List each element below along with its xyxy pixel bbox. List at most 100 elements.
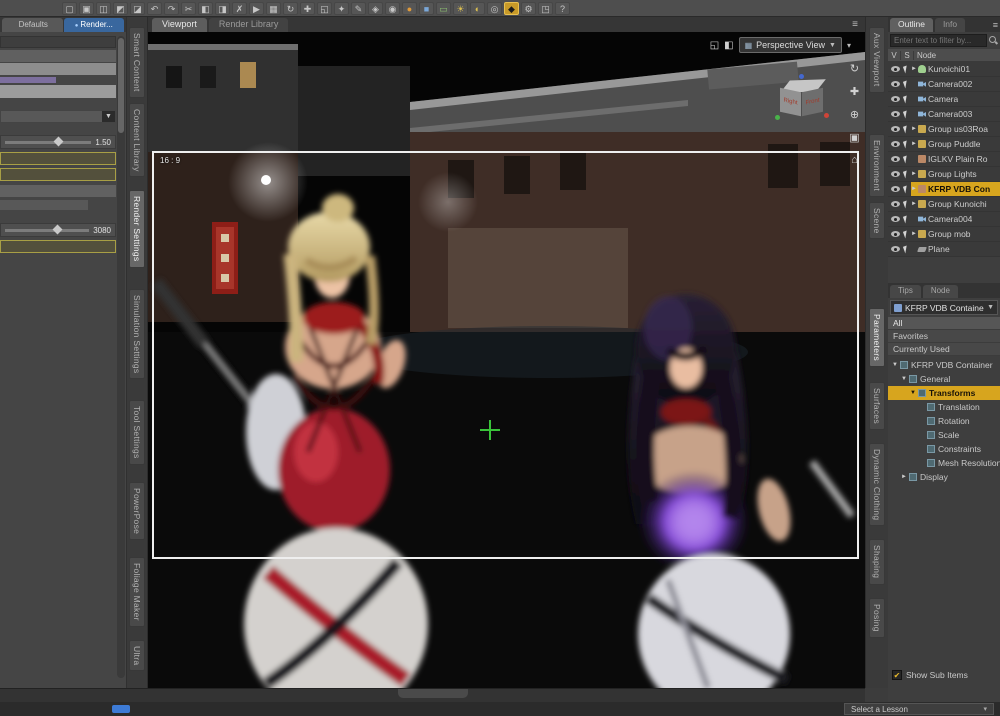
parameter-tree-row[interactable]: ▼ General bbox=[888, 372, 1000, 386]
spotlight-icon[interactable]: ◐ bbox=[470, 1, 485, 15]
render-icon[interactable]: ◆ bbox=[504, 1, 519, 15]
setting-field[interactable] bbox=[0, 168, 116, 181]
selection-pointer-icon[interactable] bbox=[902, 215, 910, 223]
expand-arrow-icon[interactable]: ▼ bbox=[910, 390, 918, 396]
parameter-tree-row[interactable]: ▼ Transforms bbox=[888, 386, 1000, 400]
copy-icon[interactable]: ◧ bbox=[198, 1, 213, 15]
right-dock-tab[interactable]: Scene bbox=[869, 201, 885, 240]
visibility-eye-icon[interactable] bbox=[891, 96, 900, 102]
right-dock-tab[interactable]: Shaping bbox=[869, 539, 885, 585]
visibility-eye-icon[interactable] bbox=[891, 156, 900, 162]
pan-tool-icon[interactable]: ✚ bbox=[847, 85, 862, 98]
active-pose-tool-icon[interactable]: ✎ bbox=[351, 1, 366, 15]
file-save-icon[interactable]: ◫ bbox=[96, 1, 111, 15]
scene-node-row[interactable]: ► KFRP VDB Con bbox=[888, 182, 1000, 197]
setting-row[interactable] bbox=[0, 200, 88, 210]
aux-viewport-icon[interactable]: ◳ bbox=[538, 1, 553, 15]
redo-icon[interactable]: ↷ bbox=[164, 1, 179, 15]
zoom-tool-icon[interactable]: ⊕ bbox=[847, 108, 862, 121]
view-settings-icon[interactable]: ◧ bbox=[724, 40, 733, 51]
selection-pointer-icon[interactable] bbox=[902, 200, 910, 208]
paste-icon[interactable]: ◨ bbox=[215, 1, 230, 15]
viewport-tab[interactable]: Render Library bbox=[208, 18, 289, 32]
scene-node-body[interactable]: Camera004 bbox=[911, 212, 1000, 226]
selection-pointer-icon[interactable] bbox=[902, 245, 910, 253]
cut-icon[interactable]: ✂ bbox=[181, 1, 196, 15]
visibility-eye-icon[interactable] bbox=[891, 126, 900, 132]
camera-selector-dropdown[interactable]: ▦ Perspective View ▼ bbox=[738, 37, 842, 53]
selection-pointer-icon[interactable] bbox=[902, 95, 910, 103]
scene-node-body[interactable]: ► Kunoichi01 bbox=[911, 62, 1000, 76]
scene-node-row[interactable]: ► Group Lights bbox=[888, 167, 1000, 182]
scene-node-row[interactable]: ► Group us03Roa bbox=[888, 122, 1000, 137]
viewport-3d-scene[interactable] bbox=[148, 32, 865, 688]
show-sub-items-row[interactable]: ✔ Show Sub Items bbox=[888, 670, 1000, 702]
scene-node-body[interactable]: ► Group us03Roa bbox=[911, 122, 1000, 136]
right-dock-tab[interactable]: Surfaces bbox=[869, 382, 885, 431]
slider-nub[interactable] bbox=[53, 136, 64, 146]
right-dock-tab[interactable]: Dynamic Clothing bbox=[869, 443, 885, 527]
scene-node-row[interactable]: Camera004 bbox=[888, 212, 1000, 227]
slider-track[interactable] bbox=[5, 224, 90, 234]
viewport-tab[interactable]: Viewport bbox=[152, 18, 207, 32]
combo-caret-icon[interactable]: ▼ bbox=[102, 111, 115, 122]
selection-pointer-icon[interactable] bbox=[902, 155, 910, 163]
help-icon[interactable]: ? bbox=[555, 1, 570, 15]
node-selection-tool-icon[interactable]: ▶ bbox=[249, 1, 264, 15]
scene-node-body[interactable]: ► Group Kunoichi bbox=[911, 197, 1000, 211]
parameter-filter-item[interactable]: Favorites bbox=[888, 330, 1000, 343]
visibility-eye-icon[interactable] bbox=[891, 81, 900, 87]
setting-slider[interactable]: 1.50 bbox=[0, 135, 116, 149]
viewport-pane-menu-icon[interactable]: ≡ bbox=[849, 18, 861, 32]
right-dock-tab[interactable]: Environment bbox=[869, 133, 885, 197]
lower-dock-tab[interactable]: Node bbox=[922, 285, 958, 298]
expand-arrow-icon[interactable]: ► bbox=[911, 66, 918, 72]
outline-pane-menu-icon[interactable]: ≡ bbox=[993, 18, 998, 32]
primitive-cube-icon[interactable]: ■ bbox=[419, 1, 434, 15]
delete-icon[interactable]: ✗ bbox=[232, 1, 247, 15]
translate-tool-icon[interactable]: ✚ bbox=[300, 1, 315, 15]
visibility-eye-icon[interactable] bbox=[891, 186, 900, 192]
parameter-tree-row[interactable]: Mesh Resolution bbox=[888, 456, 1000, 470]
surface-selection-tool-icon[interactable]: ◈ bbox=[368, 1, 383, 15]
expand-arrow-icon[interactable]: ► bbox=[911, 231, 918, 237]
expand-arrow-icon[interactable]: ► bbox=[911, 201, 918, 207]
visibility-eye-icon[interactable] bbox=[891, 171, 900, 177]
scene-node-body[interactable]: ► Group Lights bbox=[911, 167, 1000, 181]
visibility-eye-icon[interactable] bbox=[891, 231, 900, 237]
right-dock-tab[interactable]: Aux Viewport bbox=[869, 27, 885, 93]
expand-arrow-icon[interactable]: ► bbox=[911, 141, 918, 147]
left-dock-tab[interactable]: Content Library bbox=[129, 102, 145, 178]
scrollbar-thumb[interactable] bbox=[118, 38, 124, 133]
selection-pointer-icon[interactable] bbox=[902, 185, 910, 193]
scene-node-row[interactable]: ► Kunoichi01 bbox=[888, 62, 1000, 77]
scene-node-row[interactable]: Camera bbox=[888, 92, 1000, 107]
aspect-frame-icon[interactable]: ◱ bbox=[710, 40, 719, 51]
setting-row[interactable] bbox=[0, 185, 116, 197]
lesson-selector[interactable]: Select a Lesson ▾ bbox=[844, 703, 994, 715]
export-icon[interactable]: ◪ bbox=[130, 1, 145, 15]
scene-node-body[interactable]: ► Group Puddle bbox=[911, 137, 1000, 151]
left-panel-tab[interactable]: ● Render... bbox=[63, 18, 124, 32]
left-dock-tab[interactable]: PowerPose bbox=[129, 481, 145, 540]
lower-dock-tab[interactable]: Tips bbox=[890, 285, 921, 298]
setting-row[interactable] bbox=[0, 36, 116, 48]
selection-pointer-icon[interactable] bbox=[902, 80, 910, 88]
scene-node-row[interactable]: Camera003 bbox=[888, 107, 1000, 122]
slider-nub[interactable] bbox=[52, 224, 63, 234]
parameter-tree-row[interactable]: ► Display bbox=[888, 470, 1000, 484]
right-dock-tab[interactable]: Parameters bbox=[869, 308, 885, 368]
status-chip[interactable] bbox=[112, 705, 130, 713]
primitive-plane-icon[interactable]: ▭ bbox=[436, 1, 451, 15]
parameter-tree-row[interactable]: Scale bbox=[888, 428, 1000, 442]
frame-view-icon[interactable]: ▣ bbox=[847, 131, 862, 144]
orientation-cube[interactable]: Right Front bbox=[775, 74, 829, 122]
scene-node-body[interactable]: Camera002 bbox=[911, 77, 1000, 91]
setting-slider[interactable]: 3080 bbox=[0, 223, 116, 237]
selection-pointer-icon[interactable] bbox=[902, 230, 910, 238]
selection-pointer-icon[interactable] bbox=[902, 170, 910, 178]
left-panel-scrollbar[interactable] bbox=[117, 36, 125, 678]
visibility-eye-icon[interactable] bbox=[891, 141, 900, 147]
selection-pointer-icon[interactable] bbox=[902, 140, 910, 148]
render-settings-icon[interactable]: ⚙ bbox=[521, 1, 536, 15]
